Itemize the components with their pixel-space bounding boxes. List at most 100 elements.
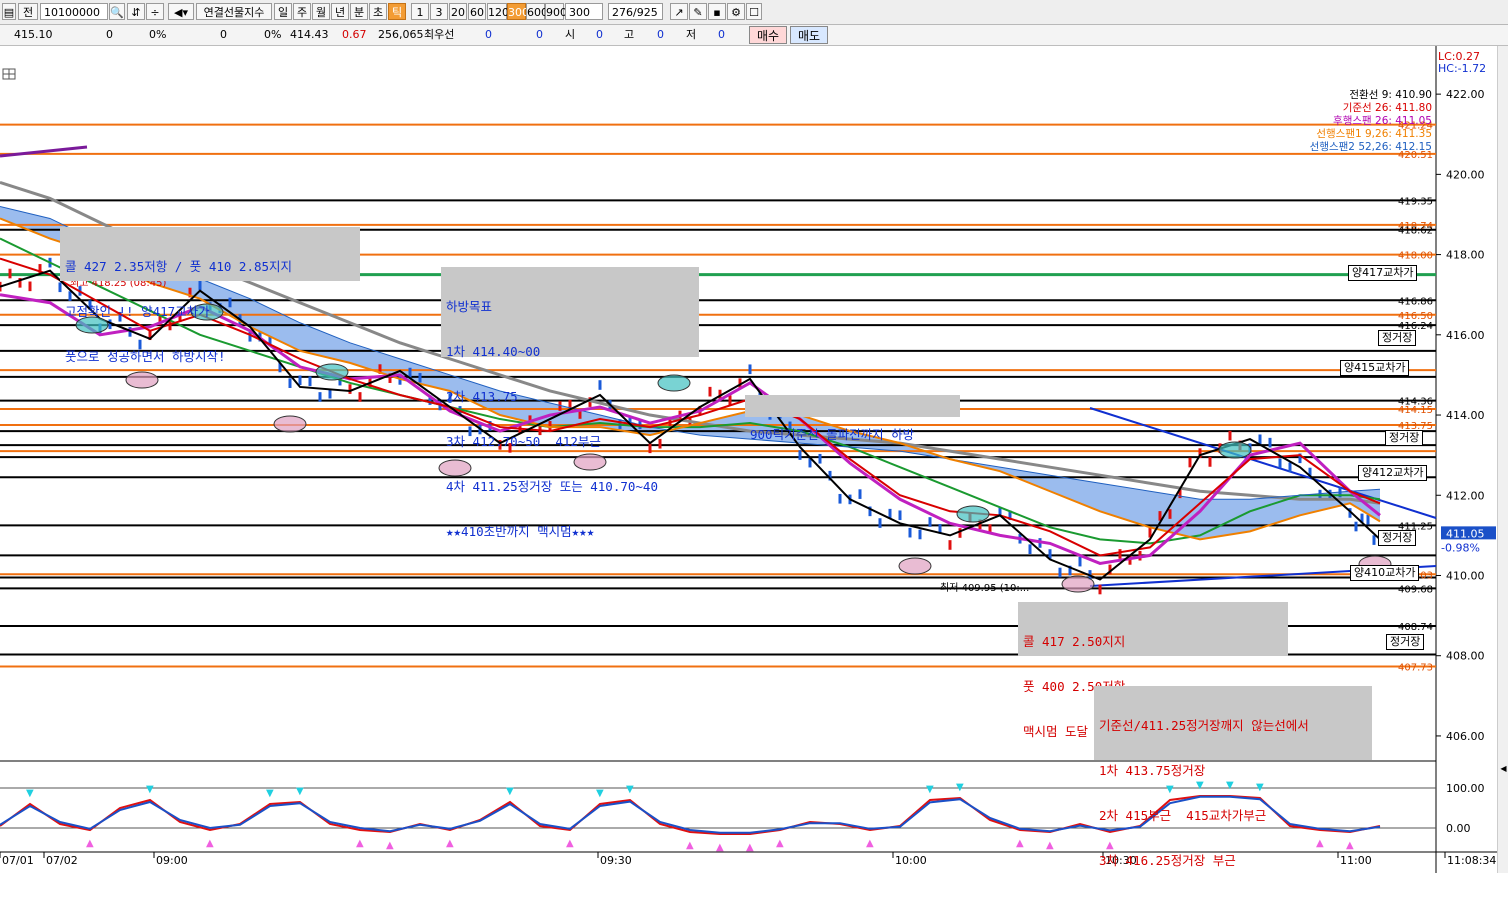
quote-value: 414.43 xyxy=(290,28,329,41)
tb-day[interactable]: 일 xyxy=(274,3,292,20)
osc-arrow-down-34: ▲ xyxy=(1016,838,1024,849)
tb-600[interactable]: 600 xyxy=(526,3,548,20)
toolbar-menu-icon[interactable]: ▤ xyxy=(2,3,16,20)
tb-120[interactable]: 120 xyxy=(487,3,509,20)
tb-900[interactable]: 900 xyxy=(545,3,567,20)
osc-arrow-up-32: ▼ xyxy=(956,782,964,793)
legend-item-1: 기준선 26: 411.80 xyxy=(1343,102,1432,114)
quote-low: 0 xyxy=(718,28,725,41)
vertical-scrollbar[interactable]: ◀ xyxy=(1497,46,1508,873)
level-tag-0: 양417교차가 xyxy=(1348,264,1418,281)
note-right-line-1: 기준선/411.25정거장깨지 않는선에서 xyxy=(1099,718,1309,733)
level-label-16: 407.73 xyxy=(1398,663,1433,674)
tb-tick[interactable]: 틱 xyxy=(388,3,406,20)
candle-27-4 xyxy=(1372,535,1376,545)
candle-27-1 xyxy=(1354,521,1358,532)
quote-high: 0 xyxy=(657,28,664,41)
quote-b1: 0 xyxy=(485,28,492,41)
osc-arrow-up-17: ▼ xyxy=(506,786,514,797)
osc-arrow-down-12: ▲ xyxy=(356,838,364,849)
buy-button[interactable]: 매수 xyxy=(749,26,787,44)
marker-ellipse-10 xyxy=(898,557,932,575)
tb-minute[interactable]: 분 xyxy=(350,3,368,20)
candle-25-1 xyxy=(1258,434,1262,445)
osc-arrow-up-31: ▼ xyxy=(926,784,934,795)
quote-v2: 0 xyxy=(220,28,227,41)
level-tag-1: 정거장 xyxy=(1378,330,1417,347)
quote-p1: 0% xyxy=(149,28,167,41)
level-label-2: 419.35 xyxy=(1398,196,1433,207)
note-target: 하방목표 1차 414.40~00 2차 413.75 3차 412.70~50… xyxy=(441,267,699,539)
osc-arrow-down-3: ▲ xyxy=(86,838,94,849)
toolbar: ▤ 전 10100000 🔍 ⇵ ÷ ◀▾ 연결선물지수 일 주 월 년 분 초 틱 1 3 20 60 120 30… xyxy=(0,0,1508,25)
current-price-label: 411.05 xyxy=(1446,527,1485,540)
tb-arrows[interactable]: ⇵ xyxy=(127,3,145,20)
tb-check[interactable]: ☐ xyxy=(746,3,762,20)
time-label-3: 09:30 xyxy=(600,854,632,867)
note-right: 기준선/411.25정거장깨지 않는선에서 1차 413.75정거장 2차 41… xyxy=(1094,686,1372,868)
tb-year[interactable]: 년 xyxy=(331,3,349,20)
tb-week[interactable]: 주 xyxy=(293,3,311,20)
osc-arrow-up-1: ▼ xyxy=(26,788,34,799)
candle-0-1 xyxy=(8,268,12,279)
legend-item-2: 후행스팬 26: 411.05 xyxy=(1333,115,1432,127)
marker-ellipse-4 xyxy=(956,505,990,523)
note-bottom-line-1: 콜 417 2.50지지 xyxy=(1023,634,1126,649)
quote-open: 0 xyxy=(596,28,603,41)
candle-18-2 xyxy=(918,529,922,540)
note-target-line-1: 하방목표 xyxy=(446,299,493,314)
candle-0-3 xyxy=(28,281,32,292)
scroll-arrow-icon[interactable]: ◀ xyxy=(1499,764,1508,774)
quote-v1: 0 xyxy=(106,28,113,41)
marker-ellipse-7 xyxy=(273,415,307,433)
tb-gear[interactable]: ⚙ xyxy=(727,3,745,20)
tb-product[interactable]: 연결선물지수 xyxy=(196,3,272,20)
tb-300[interactable]: 300 xyxy=(507,3,529,20)
note-target-line-2: 1차 414.40~00 xyxy=(446,344,541,359)
osc-arrow-up-21: ▼ xyxy=(626,784,634,795)
candle-24-1 xyxy=(1208,457,1212,467)
tb-second[interactable]: 초 xyxy=(369,3,387,20)
tb-month[interactable]: 월 xyxy=(312,3,330,20)
candle-25-4 xyxy=(1288,462,1292,473)
quote-high-label: 고 xyxy=(624,28,635,41)
candle-1-1 xyxy=(58,282,62,293)
candle-21-3 xyxy=(1078,556,1082,567)
tb-spin[interactable]: ÷ xyxy=(146,3,164,20)
tb-count[interactable]: 300 xyxy=(565,3,603,20)
level-tag-4: 양412교차가 xyxy=(1358,465,1428,482)
candle-24-3 xyxy=(1228,430,1232,441)
osc-arrow-up-10: ▼ xyxy=(296,786,304,797)
tb-tool1[interactable]: ↗ xyxy=(670,3,688,20)
tb-tool2[interactable]: ✎ xyxy=(689,3,707,20)
candle-25-3 xyxy=(1278,458,1282,469)
quote-bar: 415.10 0 0% 0 0% 414.43 0.67 256,065 최우선… xyxy=(0,25,1508,46)
candle-15-0 xyxy=(748,364,752,375)
level-label-7: 416.50 xyxy=(1398,311,1433,322)
tb-sound[interactable]: ◀▾ xyxy=(168,3,194,20)
tb-page[interactable]: 276/925 xyxy=(608,3,663,20)
candle-17-3 xyxy=(878,518,882,528)
tb-20[interactable]: 20 xyxy=(449,3,467,20)
note-mid: 900틱기준선 돌파전까지 하방 xyxy=(745,395,960,442)
note-right-line-2: 1차 413.75정거장 xyxy=(1099,763,1206,778)
quote-b2: 0 xyxy=(536,28,543,41)
legend-item-0: 전환선 9: 410.90 xyxy=(1349,89,1432,101)
osc-tick-1: 0.00 xyxy=(1446,822,1471,835)
chart-area[interactable]: 최고 418.25 (08:45) 최저 409.95 (10:... 422.0… xyxy=(0,46,1508,873)
osc-tick-0: 100.00 xyxy=(1446,782,1485,795)
tb-3[interactable]: 3 xyxy=(430,3,448,20)
osc-arrow-down-7: ▲ xyxy=(206,838,214,849)
time-label-4: 10:00 xyxy=(895,854,927,867)
tb-code[interactable]: 10100000 xyxy=(40,3,108,20)
level-tag-5: 정거장 xyxy=(1378,530,1417,547)
tb-jeon[interactable]: 전 xyxy=(18,3,38,20)
level-label-14: 409.68 xyxy=(1398,584,1433,595)
tb-60[interactable]: 60 xyxy=(468,3,486,20)
sell-button[interactable]: 매도 xyxy=(790,26,828,44)
tb-search[interactable]: 🔍 xyxy=(109,3,125,20)
tb-1[interactable]: 1 xyxy=(411,3,429,20)
ytick-label-1: 420.00 xyxy=(1446,168,1485,181)
quote-open-label: 시 xyxy=(565,28,576,41)
tb-save[interactable]: ▪ xyxy=(708,3,726,20)
